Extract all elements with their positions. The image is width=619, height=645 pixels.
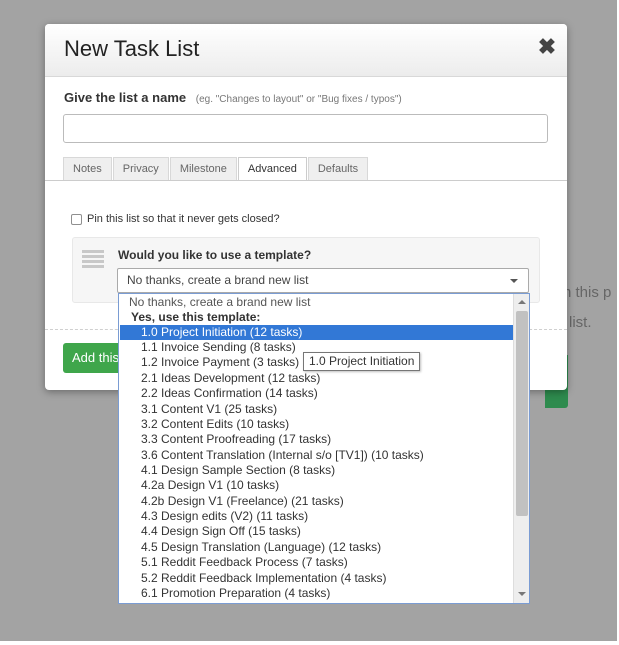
tab-advanced[interactable]: Advanced [237,157,307,181]
dialog-header: New Task List ✖ [45,24,567,77]
background-text-line1: n this p [563,284,612,301]
tab-privacy[interactable]: Privacy [112,157,169,180]
dialog-title: New Task List [64,36,200,61]
pin-label: Pin this list so that it never gets clos… [87,213,280,225]
dropdown-option[interactable]: 2.2 Ideas Confirmation (14 tasks) [120,386,513,401]
dropdown-option[interactable]: 5.1 Reddit Feedback Process (7 tasks) [120,555,513,570]
settings-tabs: Notes Privacy Milestone Advanced Default… [63,157,369,181]
dropdown-option[interactable]: 4.5 Design Translation (Language) (12 ta… [120,540,513,555]
dropdown-option[interactable]: 3.2 Content Edits (10 tasks) [120,417,513,432]
scroll-up-arrow-icon[interactable] [518,300,526,304]
dropdown-option-no-template[interactable]: No thanks, create a brand new list [120,295,513,310]
tab-defaults[interactable]: Defaults [307,157,369,180]
dropdown-option[interactable]: 3.1 Content V1 (25 tasks) [120,402,513,417]
pin-option: Pin this list so that it never gets clos… [71,213,280,225]
dropdown-option[interactable]: 4.3 Design edits (V2) (11 tasks) [120,509,513,524]
template-question: Would you like to use a template? [118,248,312,262]
template-dropdown-list[interactable]: No thanks, create a brand new list Yes, … [118,293,530,604]
list-name-label-text: Give the list a name [64,90,187,105]
close-icon[interactable]: ✖ [537,36,557,58]
list-name-input[interactable] [63,114,548,143]
scroll-down-arrow-icon[interactable] [518,592,526,596]
dropdown-option[interactable]: 3.3 Content Proofreading (17 tasks) [120,432,513,447]
add-task-list-button[interactable]: Add this [63,343,123,373]
dropdown-option[interactable]: 5.2 Reddit Feedback Implementation (4 ta… [120,571,513,586]
list-icon [82,250,104,268]
dropdown-scrollbar[interactable] [513,294,529,603]
tab-milestone[interactable]: Milestone [169,157,237,180]
dropdown-option[interactable]: 4.2a Design V1 (10 tasks) [120,478,513,493]
template-select-value: No thanks, create a brand new list [127,273,309,287]
list-name-hint: (eg. "Changes to layout" or "Bug fixes /… [195,94,402,105]
list-name-label: Give the list a name (eg. "Changes to la… [64,90,402,105]
page-bottom-edge [0,641,619,645]
dropdown-option[interactable]: 4.1 Design Sample Section (8 tasks) [120,463,513,478]
chevron-down-icon [510,279,518,283]
dropdown-option[interactable]: 6.1 Promotion Preparation (4 tasks) [120,586,513,601]
tabs-divider [45,180,567,181]
tab-notes[interactable]: Notes [63,157,112,180]
dropdown-group-label: Yes, use this template: [131,310,261,324]
dropdown-option[interactable]: 3.6 Content Translation (Internal s/o [T… [120,448,513,463]
template-select[interactable]: No thanks, create a brand new list [117,268,529,293]
dropdown-option[interactable]: 4.2b Design V1 (Freelance) (21 tasks) [120,494,513,509]
dropdown-option[interactable]: 4.4 Design Sign Off (15 tasks) [120,524,513,539]
dropdown-option[interactable]: 2.1 Ideas Development (12 tasks) [120,371,513,386]
pin-checkbox[interactable] [71,213,82,225]
dropdown-option-selected[interactable]: 1.0 Project Initiation (12 tasks) [120,325,513,340]
option-tooltip: 1.0 Project Initiation [303,352,421,371]
background-text-line2: list. [569,314,592,331]
scrollbar-thumb[interactable] [516,311,528,516]
